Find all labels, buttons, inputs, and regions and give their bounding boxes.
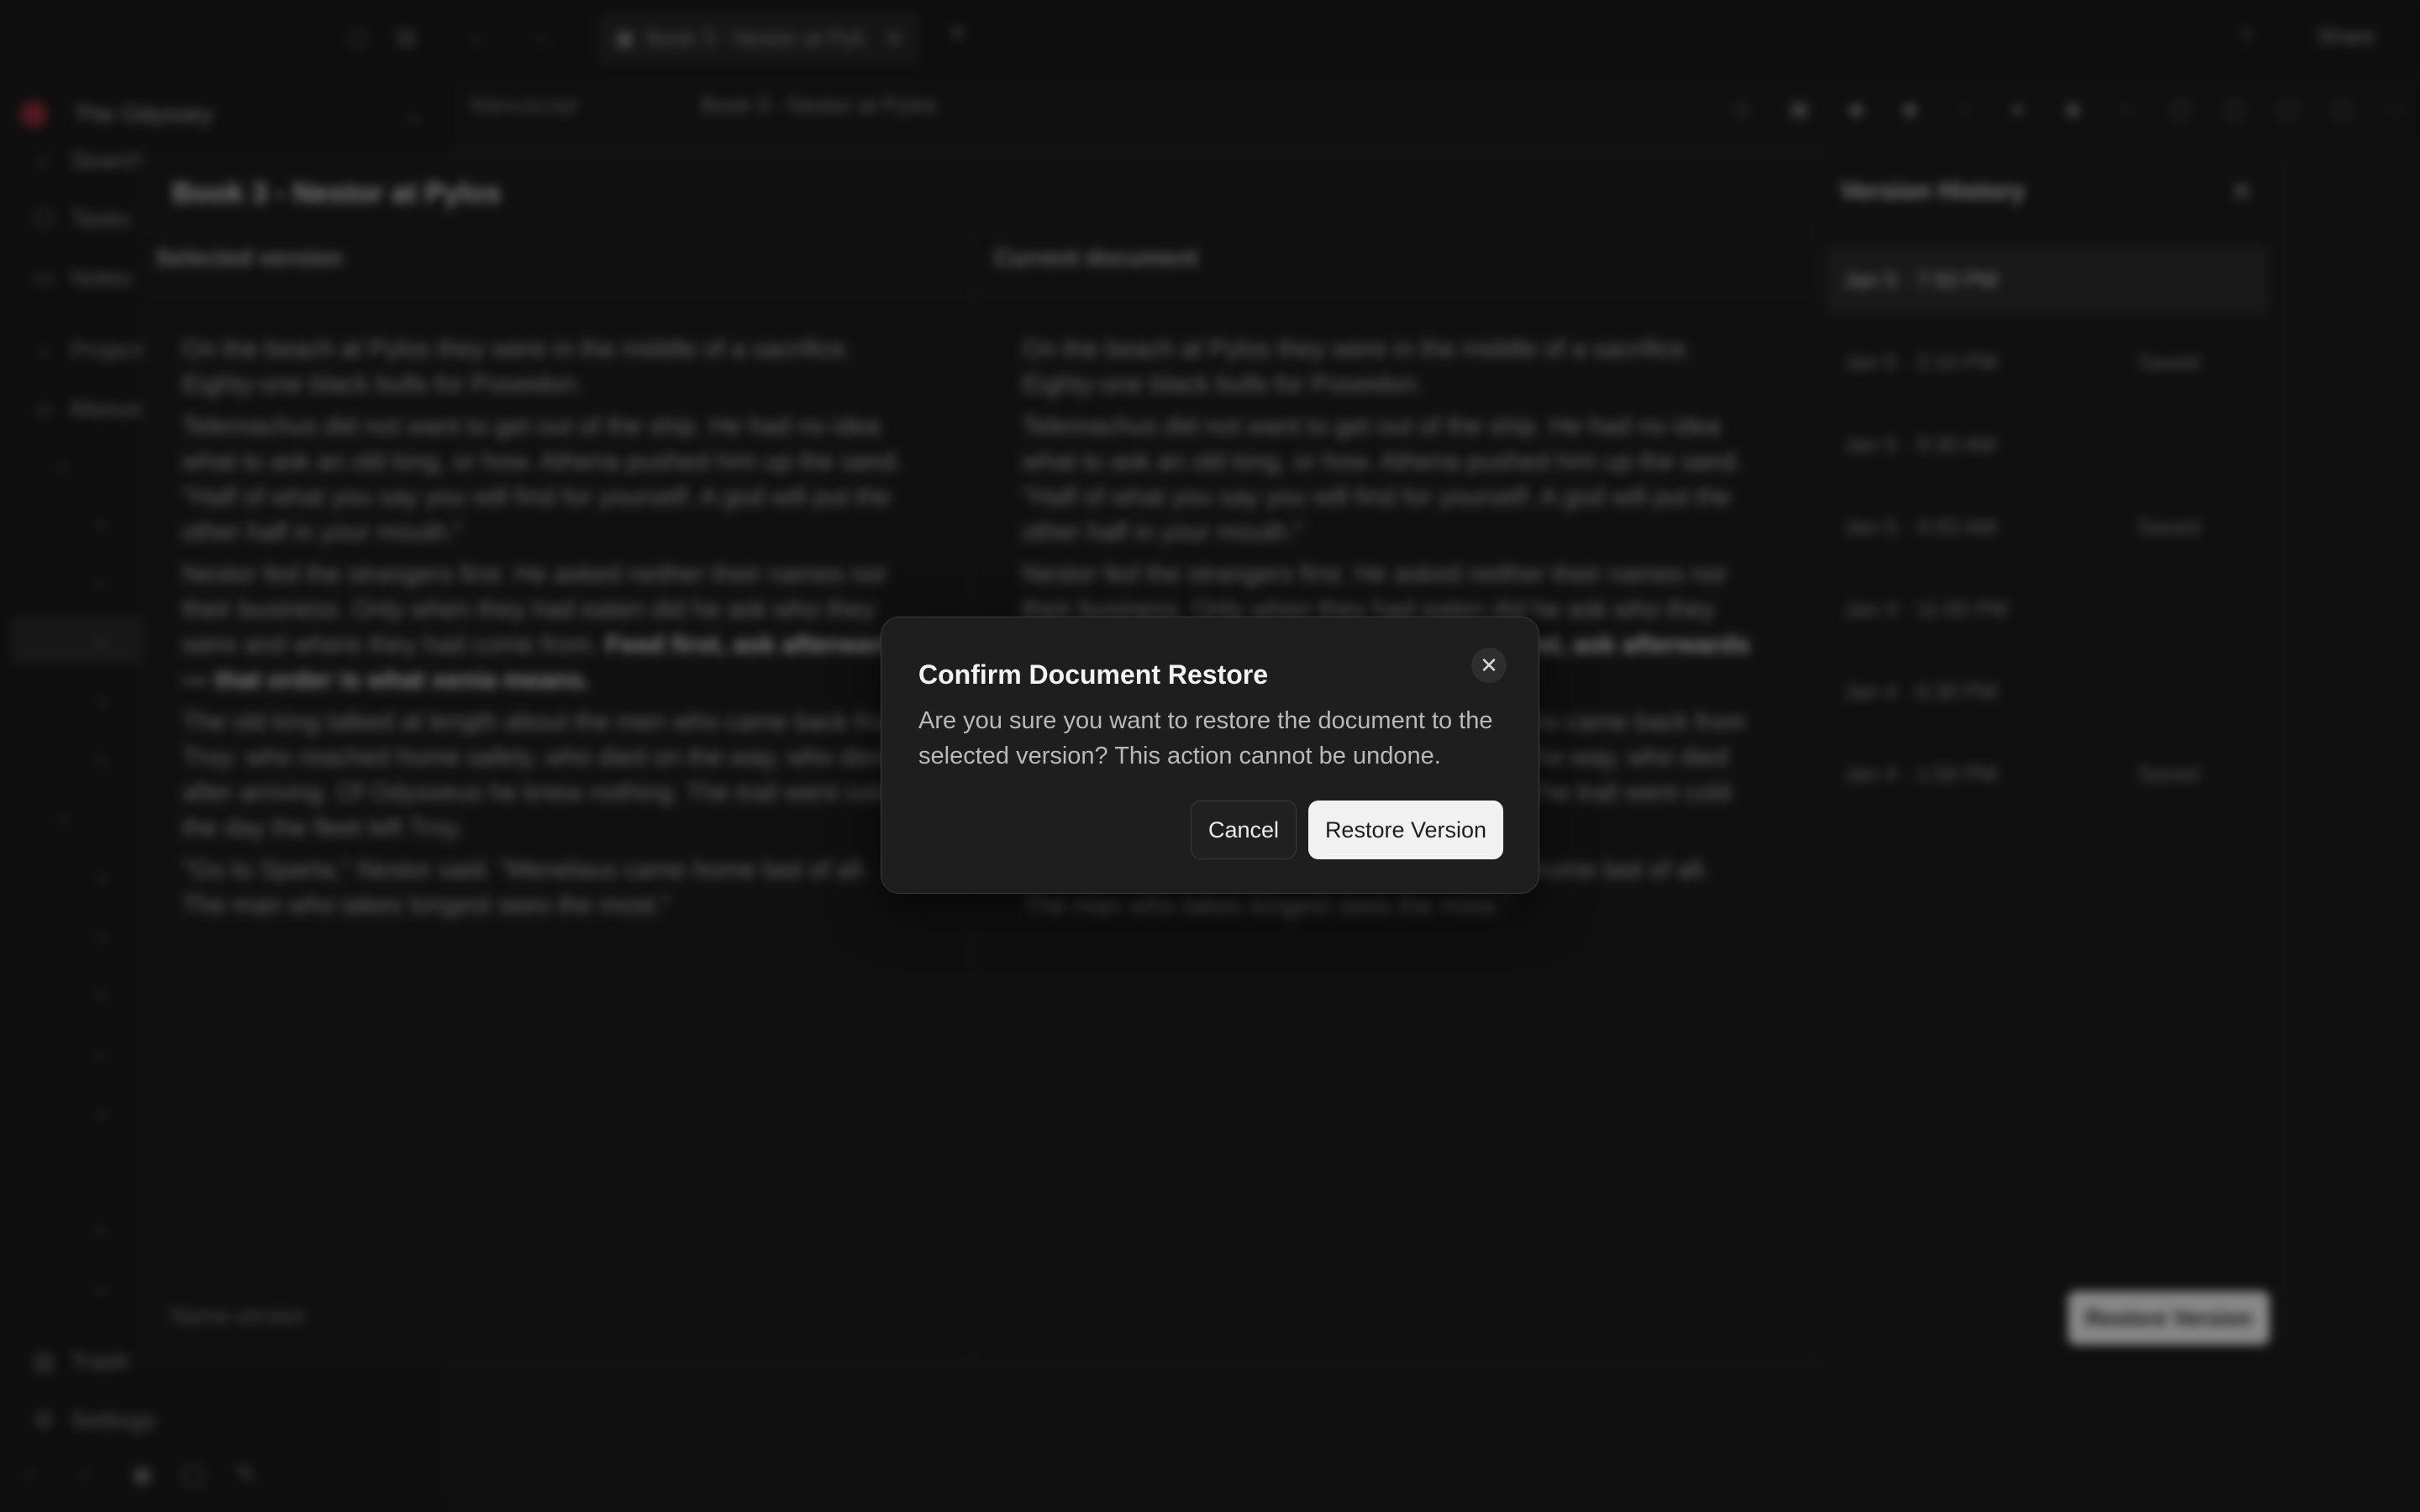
cancel-button[interactable]: Cancel [1191,801,1297,859]
confirm-restore-dialog: Confirm Document Restore ✕ Are you sure … [881,617,1539,894]
close-icon[interactable]: ✕ [1471,648,1507,683]
dialog-title: Confirm Document Restore [918,659,1269,690]
dialog-message: Are you sure you want to restore the doc… [918,707,1493,769]
restore-version-button[interactable]: Restore Version [1308,801,1503,859]
